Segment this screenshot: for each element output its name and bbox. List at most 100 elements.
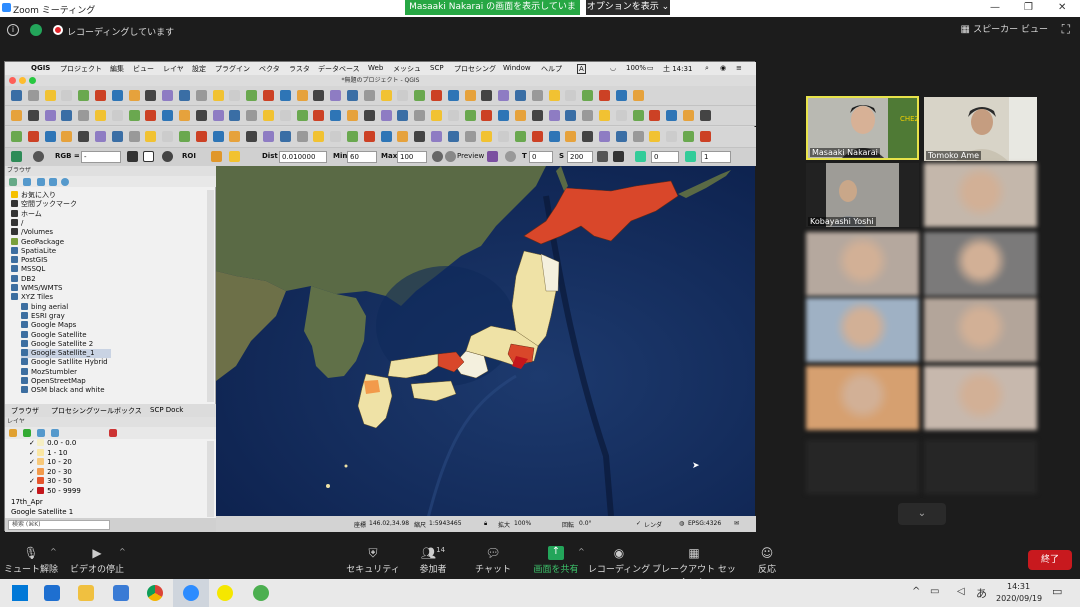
- fullscreen-icon[interactable]: ⛶: [1062, 22, 1070, 37]
- wifi-icon[interactable]: ◡: [610, 64, 616, 72]
- toolbar-tool-icon[interactable]: [212, 110, 224, 121]
- toolbar-tool-icon[interactable]: [313, 110, 325, 121]
- min-input[interactable]: 60: [347, 151, 377, 163]
- toolbar-tool-icon[interactable]: [464, 131, 476, 142]
- toolbar-tool-icon[interactable]: [481, 90, 493, 101]
- toolbar-tool-icon[interactable]: [263, 90, 274, 101]
- legend-checkbox[interactable]: ✓: [29, 477, 37, 485]
- browser-item[interactable]: ESRI gray: [21, 311, 65, 321]
- browser-item[interactable]: Google Satellite_1: [21, 349, 111, 359]
- toolbar-tool-icon[interactable]: [464, 90, 476, 101]
- browser-item[interactable]: Google Satllite Hybrid: [21, 358, 108, 367]
- t-input[interactable]: 0: [529, 151, 553, 163]
- toolbar-tool-icon[interactable]: [699, 110, 711, 121]
- toolbar-tool-icon[interactable]: [431, 131, 442, 142]
- toolbar-tool-icon[interactable]: [431, 90, 442, 101]
- toolbar-tool-icon[interactable]: [599, 131, 610, 142]
- toolbar-tool-icon[interactable]: [44, 110, 56, 121]
- menu-web[interactable]: Web: [368, 64, 383, 72]
- menu-view[interactable]: ビュー: [133, 64, 154, 74]
- toolbar-tool-icon[interactable]: [246, 110, 258, 121]
- speaker-view-button[interactable]: ▦ スピーカー ビュー: [960, 22, 1048, 35]
- toolbar-tool-icon[interactable]: [27, 131, 39, 142]
- tab-processing-toolbox[interactable]: プロセシングツールボックス: [51, 406, 142, 416]
- toolbar-tool-icon[interactable]: [44, 131, 56, 142]
- toolbar-tool-icon[interactable]: [330, 110, 342, 121]
- close-icon[interactable]: ✕: [1058, 2, 1066, 13]
- toolbar-tool-icon[interactable]: [296, 90, 308, 101]
- toolbar-tool-icon[interactable]: [565, 131, 577, 142]
- spotlight-icon[interactable]: ⌕: [705, 64, 709, 73]
- legend-item[interactable]: ✓ 10 - 20: [29, 458, 72, 467]
- menu-qgis[interactable]: QGIS: [31, 64, 50, 72]
- toolbar-tool-icon[interactable]: [414, 131, 426, 142]
- participant-tile-blurred[interactable]: [806, 366, 919, 430]
- windows-start-icon[interactable]: [12, 585, 28, 601]
- toolbar-tool-icon[interactable]: [263, 110, 274, 121]
- toolbar-tool-icon[interactable]: [515, 110, 526, 121]
- toolbar-tool-icon[interactable]: [11, 131, 22, 142]
- toolbar-tool-icon[interactable]: [246, 90, 258, 101]
- menu-mesh[interactable]: メッシュ: [393, 64, 421, 74]
- toolbar-tool-icon[interactable]: [195, 131, 207, 142]
- toolbar-tool-icon[interactable]: [632, 90, 644, 101]
- browser-item[interactable]: お気に入り: [11, 191, 56, 200]
- gallery-next-button[interactable]: ⌄: [898, 503, 946, 525]
- crs-value[interactable]: EPSG:4326: [688, 520, 721, 527]
- toolbar-tool-icon[interactable]: [363, 110, 375, 121]
- toolbar-tool-icon[interactable]: [447, 110, 459, 121]
- browser-item[interactable]: GeoPackage: [11, 237, 64, 247]
- toolbar-tool-icon[interactable]: [347, 90, 358, 101]
- toolbar-tool-icon[interactable]: [615, 90, 627, 101]
- minimize-icon[interactable]: —: [990, 2, 1000, 13]
- roi-toggle-icon[interactable]: [162, 151, 173, 162]
- record-button[interactable]: ◉ レコーディング: [584, 543, 654, 575]
- legend-checkbox[interactable]: ✓: [29, 449, 37, 457]
- participant-tile-blurred[interactable]: [924, 232, 1037, 296]
- scp-input-icon[interactable]: [33, 151, 44, 162]
- toolbar-tool-icon[interactable]: [313, 90, 325, 101]
- zoom-rgb-icon[interactable]: [127, 151, 138, 162]
- toolbar-tool-icon[interactable]: [397, 131, 409, 142]
- toolbar-tool-icon[interactable]: [212, 90, 224, 101]
- participant-tile-blurred[interactable]: [806, 232, 919, 296]
- chat-button[interactable]: 💬︎ チャット: [458, 543, 528, 575]
- toolbar-tool-icon[interactable]: [414, 110, 426, 121]
- locator-input[interactable]: 検索 (⌘K): [8, 520, 110, 530]
- zoom-task-active[interactable]: [173, 579, 209, 607]
- reaction-button[interactable]: ☺ 反応: [732, 543, 802, 575]
- input-source-icon[interactable]: A: [577, 64, 586, 74]
- menu-database[interactable]: データベース: [318, 64, 360, 74]
- battery-icon[interactable]: ▭: [647, 64, 654, 72]
- browser-item[interactable]: Google Satellite: [21, 330, 87, 340]
- scp-icon[interactable]: [11, 151, 22, 162]
- toolbar-tool-icon[interactable]: [363, 131, 375, 142]
- toolbar-tool-icon[interactable]: [649, 131, 661, 142]
- map-canvas[interactable]: ➤: [216, 166, 755, 516]
- browser-item[interactable]: OpenStreetMap: [21, 377, 86, 386]
- browser-item[interactable]: PostGIS: [11, 256, 48, 265]
- menu-layer[interactable]: レイヤ: [163, 64, 184, 74]
- toolbar-tool-icon[interactable]: [145, 131, 157, 142]
- volume-icon[interactable]: ◁: [957, 586, 965, 597]
- toolbar-tool-icon[interactable]: [78, 90, 90, 101]
- toolbar-tool-icon[interactable]: [582, 131, 594, 142]
- tray-chevron-icon[interactable]: ^: [912, 586, 920, 597]
- toolbar-tool-icon[interactable]: [599, 110, 610, 121]
- video-menu-chevron-icon[interactable]: ^: [119, 547, 126, 556]
- toolbar-tool-icon[interactable]: [498, 131, 510, 142]
- audio-menu-chevron-icon[interactable]: ^: [50, 547, 57, 556]
- toolbar-tool-icon[interactable]: [548, 131, 560, 142]
- toolbar-tool-icon[interactable]: [44, 90, 56, 101]
- collapse-icon[interactable]: [49, 178, 57, 186]
- browser-item[interactable]: ホーム: [11, 209, 42, 219]
- dist-input[interactable]: 0.010000: [279, 151, 327, 163]
- coord-value[interactable]: 146.02,34.98: [369, 520, 409, 527]
- network-icon[interactable]: ▭: [930, 586, 939, 597]
- toolbar-tool-icon[interactable]: [111, 110, 123, 121]
- toolbar-tool-icon[interactable]: [548, 90, 560, 101]
- band-icon[interactable]: [597, 151, 608, 162]
- toolbar-tool-icon[interactable]: [481, 131, 493, 142]
- browser-item[interactable]: XYZ Tiles: [11, 293, 53, 302]
- toolbar-tool-icon[interactable]: [27, 110, 39, 121]
